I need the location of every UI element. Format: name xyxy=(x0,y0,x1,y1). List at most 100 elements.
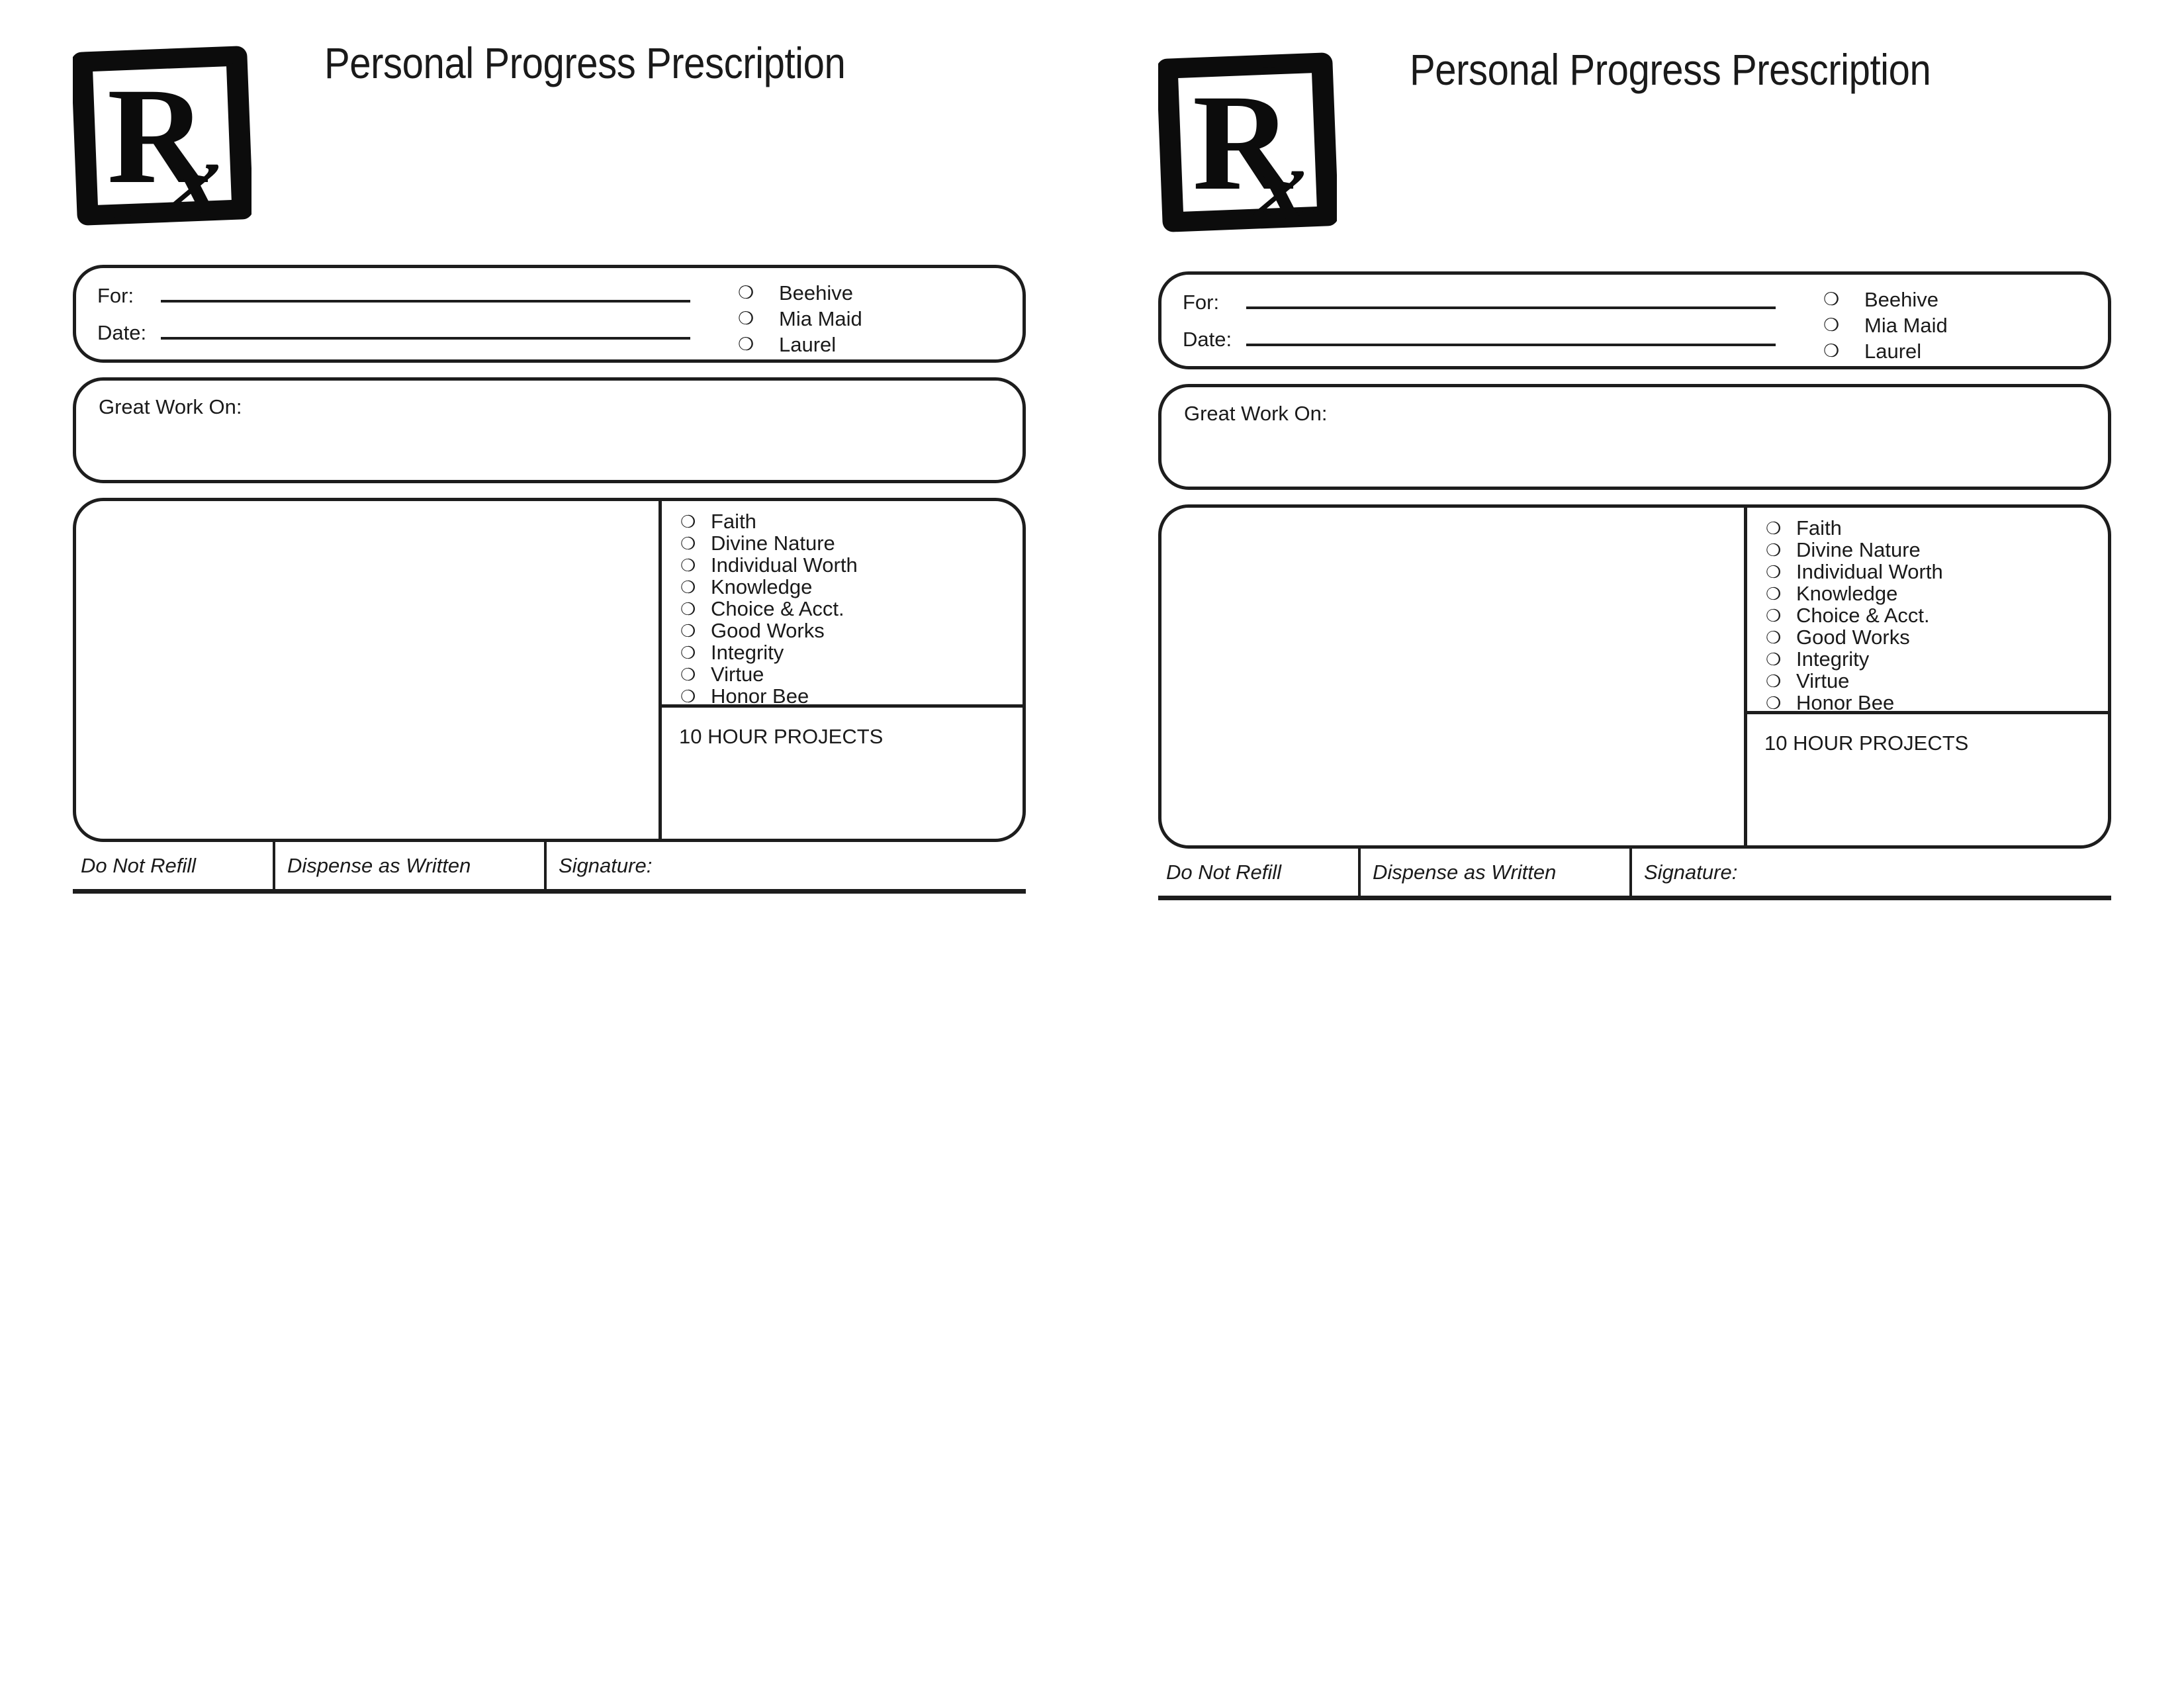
value-item-individual-worth[interactable]: ❍ Individual Worth xyxy=(1747,560,2108,583)
value-label: Integrity xyxy=(1796,647,1870,671)
value-item-honor-bee[interactable]: ❍ Honor Bee xyxy=(662,684,1023,708)
class-option-label: Laurel xyxy=(779,332,837,356)
class-option-beehive[interactable]: ❍ Beehive xyxy=(738,280,862,306)
value-item-knowledge[interactable]: ❍ Knowledge xyxy=(1747,581,2108,605)
dispense-as-written-cell[interactable]: Dispense as Written xyxy=(273,842,544,889)
checkbox-circle-icon[interactable]: ❍ xyxy=(662,666,711,683)
dispense-as-written-cell[interactable]: Dispense as Written xyxy=(1358,849,1629,896)
checkbox-circle-icon[interactable]: ❍ xyxy=(1747,520,1796,537)
radio-circle-icon[interactable]: ❍ xyxy=(1823,342,1864,360)
for-field-row: For: xyxy=(97,284,690,308)
radio-circle-icon[interactable]: ❍ xyxy=(738,310,779,328)
prescription-footer: Do Not Refill Dispense as Written Signat… xyxy=(1158,849,2111,900)
prescription-card-left: R x Personal Progress Prescription For: … xyxy=(46,26,1026,894)
class-option-label: Mia Maid xyxy=(779,306,862,330)
values-and-projects-column: ❍ Faith ❍ Divine Nature ❍ Individual Wor… xyxy=(662,501,1023,839)
value-item-divine-nature[interactable]: ❍ Divine Nature xyxy=(662,531,1023,555)
do-not-refill-cell[interactable]: Do Not Refill xyxy=(1158,849,1358,896)
value-label: Faith xyxy=(711,509,756,533)
for-field-row: For: xyxy=(1183,291,1776,314)
value-item-honor-bee[interactable]: ❍ Honor Bee xyxy=(1747,691,2108,714)
checkbox-circle-icon[interactable]: ❍ xyxy=(1747,563,1796,581)
checkbox-circle-icon[interactable]: ❍ xyxy=(662,644,711,661)
signature-cell[interactable]: Signature: xyxy=(1629,849,2111,896)
class-option-label: Beehive xyxy=(779,281,854,305)
value-item-integrity[interactable]: ❍ Integrity xyxy=(662,640,1023,664)
signature-cell[interactable]: Signature: xyxy=(544,842,1026,889)
date-label: Date: xyxy=(1183,328,1232,351)
value-item-good-works[interactable]: ❍ Good Works xyxy=(662,618,1023,642)
value-label: Virtue xyxy=(1796,669,1850,692)
rx-prescription-icon: R x xyxy=(1158,46,1337,238)
class-option-mia-maid[interactable]: ❍ Mia Maid xyxy=(738,306,862,332)
checkbox-circle-icon[interactable]: ❍ xyxy=(662,513,711,530)
prescription-notes-area[interactable] xyxy=(1161,508,1747,845)
value-label: Divine Nature xyxy=(711,531,835,555)
checkbox-circle-icon[interactable]: ❍ xyxy=(662,600,711,618)
value-item-divine-nature[interactable]: ❍ Divine Nature xyxy=(1747,538,2108,561)
checkbox-circle-icon[interactable]: ❍ xyxy=(1747,541,1796,559)
checkbox-circle-icon[interactable]: ❍ xyxy=(662,557,711,574)
class-option-laurel[interactable]: ❍ Laurel xyxy=(738,332,862,357)
class-option-label: Laurel xyxy=(1864,339,1922,363)
date-field-row: Date: xyxy=(1183,328,1776,352)
value-label: Choice & Acct. xyxy=(711,596,844,620)
checkbox-circle-icon[interactable]: ❍ xyxy=(662,622,711,639)
for-input-line[interactable] xyxy=(1246,306,1776,309)
prescription-notes-area[interactable] xyxy=(76,501,662,839)
prescription-body-panel: ❍ Faith ❍ Divine Nature ❍ Individual Wor… xyxy=(73,498,1026,842)
value-item-integrity[interactable]: ❍ Integrity xyxy=(1747,647,2108,671)
ten-hour-projects-area[interactable]: 10 HOUR PROJECTS xyxy=(1747,714,2108,845)
value-item-knowledge[interactable]: ❍ Knowledge xyxy=(662,575,1023,598)
checkbox-circle-icon[interactable]: ❍ xyxy=(1747,607,1796,624)
value-item-choice-and-acct[interactable]: ❍ Choice & Acct. xyxy=(1747,604,2108,627)
date-input-line[interactable] xyxy=(161,337,690,340)
svg-text:x: x xyxy=(1252,125,1306,238)
checkbox-circle-icon[interactable]: ❍ xyxy=(662,688,711,705)
value-item-choice-and-acct[interactable]: ❍ Choice & Acct. xyxy=(662,596,1023,620)
prescription-card-right: R x Personal Progress Prescription For: … xyxy=(1132,33,2111,900)
value-label: Individual Worth xyxy=(711,553,858,577)
value-label: Good Works xyxy=(1796,625,1910,649)
ten-hour-projects-label: 10 HOUR PROJECTS xyxy=(1764,731,1969,755)
do-not-refill-label: Do Not Refill xyxy=(1166,860,1281,884)
value-label: Good Works xyxy=(711,618,825,642)
checkbox-circle-icon[interactable]: ❍ xyxy=(1747,585,1796,602)
value-label: Honor Bee xyxy=(711,684,809,708)
great-work-label: Great Work On: xyxy=(99,395,242,418)
value-label: Knowledge xyxy=(711,575,813,598)
values-and-projects-column: ❍ Faith ❍ Divine Nature ❍ Individual Wor… xyxy=(1747,508,2108,845)
patient-identity-panel: For: Date: ❍ Beehive ❍ Mia Maid ❍ Laurel xyxy=(1158,271,2111,369)
great-work-panel[interactable]: Great Work On: xyxy=(1158,384,2111,490)
great-work-panel[interactable]: Great Work On: xyxy=(73,377,1026,483)
checkbox-circle-icon[interactable]: ❍ xyxy=(662,579,711,596)
do-not-refill-cell[interactable]: Do Not Refill xyxy=(73,842,273,889)
value-label: Integrity xyxy=(711,640,784,664)
ten-hour-projects-area[interactable]: 10 HOUR PROJECTS xyxy=(662,708,1023,839)
date-field-row: Date: xyxy=(97,321,690,345)
checkbox-circle-icon[interactable]: ❍ xyxy=(1747,651,1796,668)
value-label: Divine Nature xyxy=(1796,538,1921,561)
checkbox-circle-icon[interactable]: ❍ xyxy=(1747,673,1796,690)
value-item-faith[interactable]: ❍ Faith xyxy=(662,509,1023,533)
value-item-individual-worth[interactable]: ❍ Individual Worth xyxy=(662,553,1023,577)
value-item-virtue[interactable]: ❍ Virtue xyxy=(1747,669,2108,692)
radio-circle-icon[interactable]: ❍ xyxy=(738,336,779,353)
class-option-beehive[interactable]: ❍ Beehive xyxy=(1823,287,1948,312)
value-item-faith[interactable]: ❍ Faith xyxy=(1747,516,2108,539)
class-option-mia-maid[interactable]: ❍ Mia Maid xyxy=(1823,312,1948,338)
value-item-virtue[interactable]: ❍ Virtue xyxy=(662,663,1023,686)
class-option-laurel[interactable]: ❍ Laurel xyxy=(1823,338,1948,364)
checkbox-circle-icon[interactable]: ❍ xyxy=(1747,694,1796,712)
checkbox-circle-icon[interactable]: ❍ xyxy=(662,535,711,552)
prescription-footer: Do Not Refill Dispense as Written Signat… xyxy=(73,842,1026,894)
date-label: Date: xyxy=(97,321,147,344)
radio-circle-icon[interactable]: ❍ xyxy=(1823,316,1864,334)
value-label: Knowledge xyxy=(1796,581,1898,605)
checkbox-circle-icon[interactable]: ❍ xyxy=(1747,629,1796,646)
radio-circle-icon[interactable]: ❍ xyxy=(1823,291,1864,308)
date-input-line[interactable] xyxy=(1246,344,1776,346)
radio-circle-icon[interactable]: ❍ xyxy=(738,284,779,302)
for-input-line[interactable] xyxy=(161,300,690,303)
value-item-good-works[interactable]: ❍ Good Works xyxy=(1747,625,2108,649)
